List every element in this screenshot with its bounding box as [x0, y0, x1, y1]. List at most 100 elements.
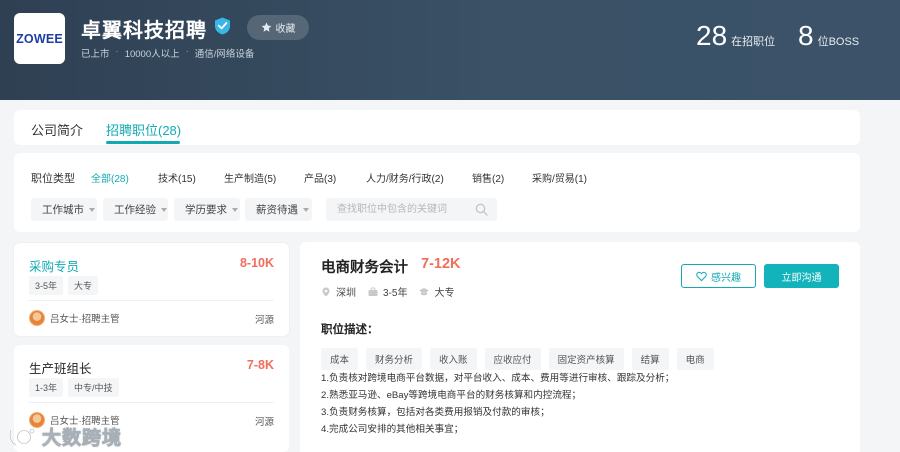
description-title: 职位描述：: [321, 324, 379, 336]
detail-title: 电商财务会计: [321, 260, 408, 276]
job-title: 生产班组长: [29, 362, 92, 376]
category-hr-finance[interactable]: 人力/财务/行政(2): [366, 170, 444, 185]
tab-jobs[interactable]: 招聘职位(28): [106, 120, 181, 139]
stat-open-jobs: 28 在招职位: [696, 20, 775, 52]
category-tech[interactable]: 技术(15): [158, 170, 196, 185]
recruiter: 吕女士·招聘主管: [29, 310, 120, 326]
stat-boss: 8 位BOSS: [798, 20, 859, 52]
chevron-down-icon: [161, 208, 167, 212]
city-dropdown-label: 工作城市: [42, 204, 84, 216]
tabs-bar: 公司简介 招聘职位(28): [14, 110, 860, 145]
company-name: 卓翼科技招聘: [81, 20, 207, 42]
avatar: [29, 310, 45, 326]
detail-experience: 3-5年: [368, 284, 407, 299]
category-all[interactable]: 全部(28): [91, 170, 129, 185]
recruiter-name: 吕女士·招聘主管: [50, 314, 120, 325]
salary-dropdown-label: 薪资待遇: [256, 204, 298, 216]
search-icon[interactable]: [475, 203, 488, 216]
divider: [29, 300, 274, 301]
chevron-down-icon: [232, 208, 238, 212]
company-header: ZOWEE 卓翼科技招聘 收藏 已上市 · 10000人以上 · 通信/网络设备…: [0, 0, 900, 100]
job-location: 河源: [254, 417, 274, 428]
job-salary: 8-10K: [239, 256, 274, 270]
skill-tags: 成本 财务分析 收入账 应收应付 固定资产核算 结算 电商: [321, 348, 714, 370]
favorite-button[interactable]: 收藏: [247, 15, 309, 40]
stat-boss-number: 8: [798, 20, 814, 51]
star-icon: [261, 22, 271, 32]
chevron-down-icon: [303, 208, 309, 212]
education-dropdown-label: 学历要求: [185, 204, 227, 216]
job-location: 河源: [254, 315, 274, 326]
meta-separator: ·: [115, 46, 119, 57]
job-title: 采购专员: [29, 260, 80, 274]
divider: [29, 402, 274, 403]
description-line: 2.熟悉亚马逊、eBay等跨境电商平台的财务核算和内控流程；: [321, 390, 582, 401]
watermark-text: 大数跨境: [42, 428, 123, 450]
verified-icon: [215, 17, 230, 35]
detail-salary: 7-12K: [421, 256, 461, 272]
meta-separator: ·: [185, 46, 189, 57]
category-product[interactable]: 产品(3): [304, 170, 336, 185]
heart-icon: [696, 271, 707, 281]
category-sales[interactable]: 销售(2): [472, 170, 504, 185]
logo-text: ZOWEE: [16, 31, 63, 46]
salary-dropdown[interactable]: 薪资待遇: [245, 198, 312, 221]
filter-panel: 职位类型 全部(28) 技术(15) 生产制造(5) 产品(3) 人力/财务/行…: [14, 153, 860, 232]
briefcase-icon: [368, 287, 378, 296]
job-card[interactable]: 采购专员 8-10K 3-5年 大专 吕女士·招聘主管 河源: [14, 243, 289, 336]
description-line: 4.完成公司安排的其他相关事宜；: [321, 424, 464, 435]
location-icon: [322, 287, 330, 296]
job-detail-panel: 电商财务会计 7-12K 深圳 3-5年 大专 感兴趣 立即沟通 职位描述： 成…: [300, 242, 860, 452]
tab-active-indicator: [106, 141, 180, 144]
favorite-label: 收藏: [275, 24, 296, 35]
chat-now-button[interactable]: 立即沟通: [764, 264, 839, 288]
job-tags: 1-3年 中专/中技: [29, 378, 119, 397]
city-dropdown[interactable]: 工作城市: [31, 198, 97, 221]
skill-tag: 固定资产核算: [548, 348, 624, 370]
description-body: 1.负责核对跨境电商平台数据，对平台收入、成本、费用等进行审核、跟踪及分析； 2…: [321, 370, 674, 438]
tag-experience: 3-5年: [29, 276, 64, 295]
skill-tag: 电商: [676, 348, 714, 370]
education-dropdown[interactable]: 学历要求: [174, 198, 240, 221]
company-industry: 通信/网络设备: [194, 49, 255, 60]
job-type-title: 职位类型: [31, 173, 75, 185]
tag-education: 中专/中技: [68, 378, 119, 397]
watermark-logo-icon: [8, 428, 35, 446]
company-size: 10000人以上: [124, 49, 180, 60]
description-line: 3.负责财务核算，包括对各类费用报销及付款的审核；: [321, 407, 550, 418]
skill-tag: 应收应付: [484, 348, 541, 370]
company-meta: 已上市 · 10000人以上 · 通信/网络设备: [81, 46, 254, 60]
search-input[interactable]: [326, 198, 471, 221]
tab-company-intro[interactable]: 公司简介: [31, 120, 83, 139]
interest-label: 感兴趣: [711, 272, 741, 284]
skill-tag: 成本: [321, 348, 359, 370]
detail-education-text: 大专: [434, 288, 455, 299]
experience-dropdown-label: 工作经验: [114, 204, 156, 216]
category-production[interactable]: 生产制造(5): [224, 170, 276, 185]
detail-meta: 深圳 3-5年 大专: [321, 284, 454, 299]
skill-tag: 结算: [631, 348, 669, 370]
stat-open-jobs-number: 28: [696, 20, 728, 51]
stat-boss-label: 位BOSS: [817, 36, 860, 48]
category-purchasing[interactable]: 采购/贸易(1): [532, 170, 587, 185]
company-logo: ZOWEE: [14, 13, 65, 64]
skill-tag: 收入账: [430, 348, 477, 370]
experience-dropdown[interactable]: 工作经验: [103, 198, 168, 221]
skill-tag: 财务分析: [366, 348, 423, 370]
tag-experience: 1-3年: [29, 378, 64, 397]
description-line: 1.负责核对跨境电商平台数据，对平台收入、成本、费用等进行审核、跟踪及分析；: [321, 373, 675, 384]
detail-education: 大专: [419, 284, 454, 299]
detail-experience-text: 3-5年: [383, 288, 408, 299]
graduation-cap-icon: [419, 287, 430, 295]
job-tags: 3-5年 大专: [29, 276, 99, 295]
stat-open-jobs-label: 在招职位: [731, 36, 776, 48]
listing-status: 已上市: [81, 49, 110, 60]
interest-button[interactable]: 感兴趣: [681, 264, 756, 288]
search-box: [326, 198, 497, 221]
watermark: 大数跨境: [8, 423, 122, 450]
chevron-down-icon: [89, 208, 95, 212]
detail-city: 深圳: [321, 284, 356, 299]
job-salary: 7-8K: [246, 358, 274, 372]
detail-city-text: 深圳: [336, 288, 356, 299]
tag-education: 大专: [68, 276, 99, 295]
